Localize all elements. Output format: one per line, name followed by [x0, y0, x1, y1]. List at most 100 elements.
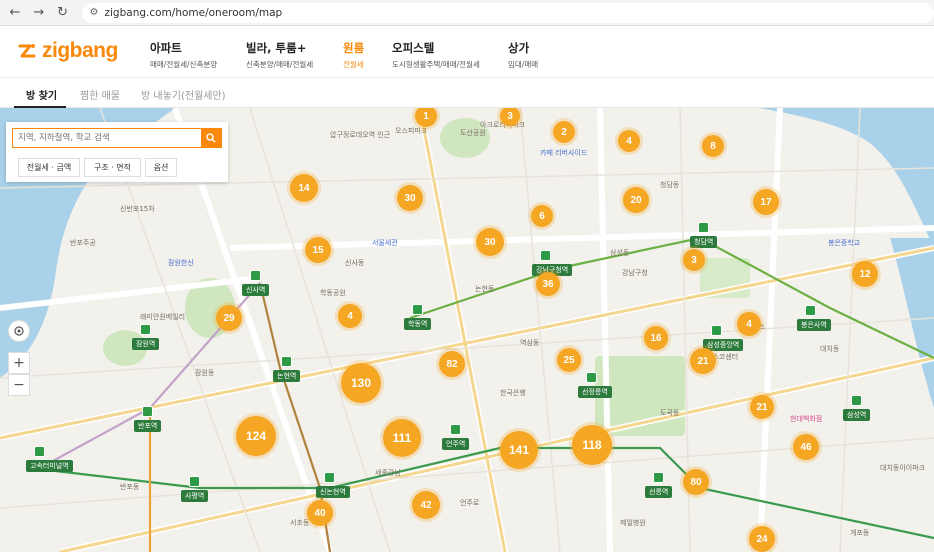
menu-store[interactable]: 상가 임대/매매: [508, 40, 538, 70]
back-icon[interactable]: ←: [6, 4, 24, 22]
listing-cluster[interactable]: 30: [397, 185, 423, 211]
address-bar[interactable]: ⚙ zigbang.com/home/oneroom/map: [81, 2, 934, 23]
subway-icon: [250, 270, 261, 281]
search-input[interactable]: [13, 129, 201, 147]
listing-cluster[interactable]: 17: [753, 189, 779, 215]
subway-station-label[interactable]: 선릉역: [645, 486, 673, 498]
search-panel: 전월세 · 금액 구조 · 면적 옵션: [6, 122, 228, 182]
subway-station-label[interactable]: 반포역: [134, 420, 162, 432]
listing-cluster[interactable]: 25: [557, 348, 581, 372]
filter-option-button[interactable]: 옵션: [145, 158, 177, 177]
tab-favorites[interactable]: 찜한 매물: [80, 87, 120, 102]
subway-icon: [540, 250, 551, 261]
subway-station-label[interactable]: 고속터미널역: [26, 460, 73, 472]
listing-cluster[interactable]: 46: [793, 434, 819, 460]
menu-subtitle: 도시형생활주택/매매/전월세: [392, 60, 480, 69]
forward-icon[interactable]: →: [30, 4, 48, 22]
subway-station-label[interactable]: 사평역: [181, 490, 209, 502]
subway-icon: [142, 406, 153, 417]
menu-subtitle: 매매/전월세/신축분양: [150, 60, 218, 69]
listing-cluster[interactable]: 21: [750, 395, 774, 419]
listing-cluster[interactable]: 111: [383, 419, 421, 457]
subway-icon: [140, 324, 151, 335]
listing-cluster[interactable]: 14: [290, 174, 318, 202]
listing-cluster[interactable]: 124: [236, 416, 276, 456]
listing-cluster[interactable]: 20: [623, 187, 649, 213]
subway-station-label[interactable]: 신논현역: [316, 486, 350, 498]
url-text: zigbang.com/home/oneroom/map: [104, 6, 283, 19]
listing-cluster[interactable]: 29: [216, 305, 242, 331]
sub-tabs: 방 찾기 찜한 매물 방 내놓기(전월세만): [0, 78, 934, 108]
tab-find-room[interactable]: 방 찾기: [26, 87, 57, 102]
listing-cluster[interactable]: 118: [572, 425, 612, 465]
listing-cluster[interactable]: 40: [307, 500, 333, 526]
search-button[interactable]: [201, 129, 221, 147]
listing-cluster[interactable]: 3: [683, 249, 705, 271]
subway-station-label[interactable]: 논현역: [273, 370, 301, 382]
subway-station-label[interactable]: 신사역: [242, 284, 270, 296]
subway-station-label[interactable]: 학동역: [404, 318, 432, 330]
listing-cluster[interactable]: 130: [341, 363, 381, 403]
listing-cluster[interactable]: 15: [305, 237, 331, 263]
search-box: [12, 128, 222, 148]
subway-icon: [711, 325, 722, 336]
menu-title: 빌라, 투룸+: [246, 41, 307, 55]
listing-cluster[interactable]: 4: [618, 130, 640, 152]
menu-officetel[interactable]: 오피스텔 도시형생활주택/매매/전월세: [392, 40, 480, 70]
subway-icon: [450, 424, 461, 435]
subway-icon: [653, 472, 664, 483]
subway-station-label[interactable]: 봉은사역: [797, 319, 831, 331]
zoom-out-button[interactable]: −: [8, 374, 30, 396]
listing-cluster[interactable]: 12: [852, 261, 878, 287]
menu-apartment[interactable]: 아파트 매매/전월세/신축분양: [150, 40, 217, 70]
subway-icon: [189, 476, 200, 487]
listing-cluster[interactable]: 82: [439, 351, 465, 377]
listing-cluster[interactable]: 16: [644, 326, 668, 350]
subway-station-label[interactable]: 삼성역: [843, 409, 871, 421]
menu-title: 오피스텔: [392, 41, 435, 55]
menu-subtitle: 임대/매매: [508, 60, 539, 69]
listing-cluster[interactable]: 2: [553, 121, 575, 143]
listing-cluster[interactable]: 42: [412, 491, 440, 519]
menu-villa[interactable]: 빌라, 투룸+ 신축분양/매매/전월세: [246, 40, 313, 70]
subway-station-label[interactable]: 잠원역: [132, 338, 160, 350]
tab-list-room[interactable]: 방 내놓기(전월세만): [141, 87, 226, 102]
subway-icon: [851, 395, 862, 406]
subway-icon: [34, 446, 45, 457]
subway-icon: [412, 304, 423, 315]
filter-price-button[interactable]: 전월세 · 금액: [18, 158, 80, 177]
listing-cluster[interactable]: 30: [476, 228, 504, 256]
listing-cluster[interactable]: 141: [500, 431, 538, 469]
menu-subtitle: 신축분양/매매/전월세: [246, 60, 314, 69]
listing-cluster[interactable]: 36: [536, 272, 560, 296]
subway-station-label[interactable]: 언주역: [442, 438, 470, 450]
site-header: zigbang 아파트 매매/전월세/신축분양 빌라, 투룸+ 신축분양/매매/…: [0, 26, 934, 78]
zigbang-logo[interactable]: zigbang: [16, 39, 118, 63]
listing-cluster[interactable]: 4: [338, 304, 362, 328]
filter-size-button[interactable]: 구조 · 면적: [84, 158, 141, 177]
zigbang-logo-icon: [18, 44, 36, 58]
listing-cluster[interactable]: 21: [690, 348, 716, 374]
subway-icon: [324, 472, 335, 483]
menu-title: 원룸: [343, 41, 365, 55]
listing-cluster[interactable]: 80: [683, 469, 709, 495]
search-icon: [206, 133, 216, 143]
subway-station-label[interactable]: 선정릉역: [578, 386, 612, 398]
listing-cluster[interactable]: 8: [702, 135, 724, 157]
browser-toolbar: ← → ↻ ⚙ zigbang.com/home/oneroom/map: [0, 0, 934, 26]
subway-icon: [586, 372, 597, 383]
listing-cluster[interactable]: 24: [749, 526, 775, 552]
locate-icon: [14, 326, 24, 336]
subway-station-label[interactable]: 청담역: [690, 236, 718, 248]
current-location-button[interactable]: [8, 320, 30, 342]
menu-title: 아파트: [150, 41, 182, 55]
subway-icon: [698, 222, 709, 233]
zoom-in-button[interactable]: +: [8, 352, 30, 374]
listing-cluster[interactable]: 4: [737, 312, 761, 336]
menu-title: 상가: [508, 41, 530, 55]
listing-cluster[interactable]: 6: [531, 205, 553, 227]
menu-oneroom[interactable]: 원룸 전월세: [343, 40, 364, 70]
reload-icon[interactable]: ↻: [54, 4, 72, 22]
subway-icon: [281, 356, 292, 367]
site-info-icon[interactable]: ⚙: [90, 7, 99, 18]
